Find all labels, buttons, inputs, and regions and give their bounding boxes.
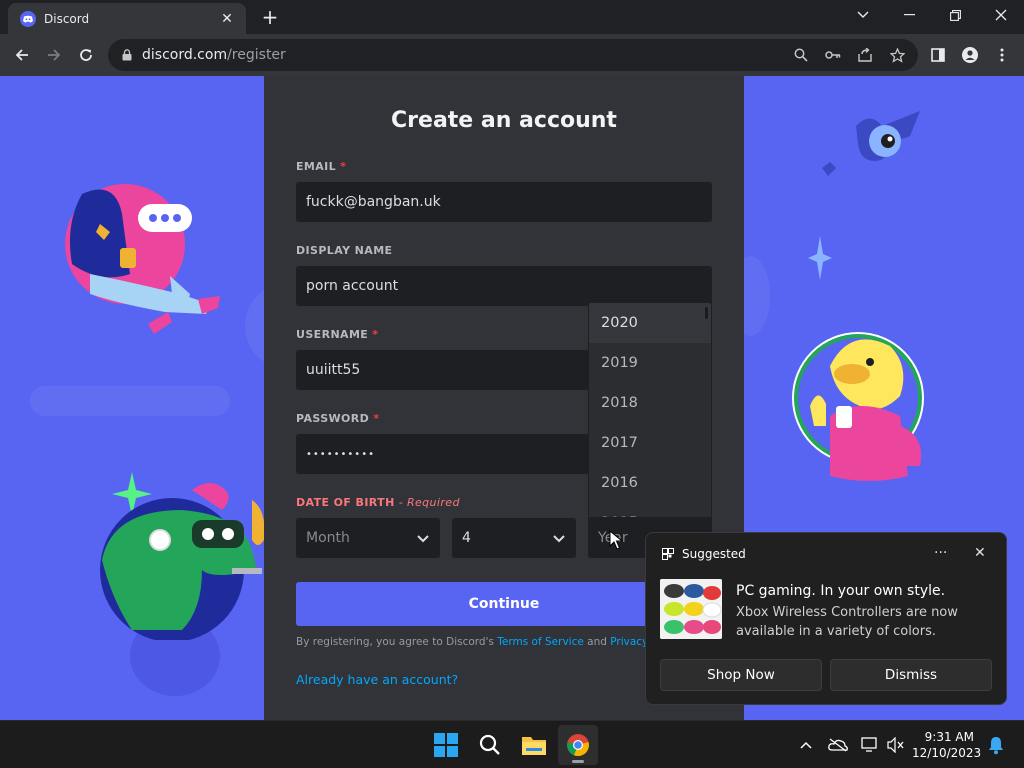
dismiss-button[interactable]: Dismiss [830, 659, 992, 691]
side-panel-icon[interactable] [926, 43, 950, 67]
year-option[interactable]: 2017 [589, 423, 711, 463]
volume-muted-icon[interactable] [886, 735, 906, 755]
notification-header: Suggested [662, 547, 746, 561]
onedrive-offline-icon[interactable] [828, 735, 848, 755]
discord-favicon-icon [20, 10, 36, 27]
browser-toolbar: discord.com/register [0, 34, 1024, 76]
date-of-birth-label: DATE OF BIRTH - Required [296, 496, 460, 509]
key-icon[interactable] [825, 47, 841, 63]
chrome-taskbar-button[interactable] [558, 725, 598, 765]
search-button[interactable] [470, 725, 510, 765]
windows-taskbar: 9:31 AM 12/10/2023 [0, 720, 1024, 768]
profile-icon[interactable] [958, 43, 982, 67]
display-name-label: DISPLAY NAME [296, 244, 393, 257]
chevron-down-icon [417, 535, 429, 543]
folder-icon [522, 737, 546, 755]
reload-button[interactable] [74, 43, 98, 67]
display-name-field[interactable]: porn account [296, 266, 712, 306]
more-options-icon[interactable]: ··· [934, 545, 947, 561]
tab-discord[interactable]: Discord ✕ [8, 3, 246, 34]
year-option[interactable]: 2015 [589, 503, 711, 517]
clock-time: 9:31 AM [924, 730, 974, 744]
network-icon[interactable] [860, 735, 880, 755]
browser-tab-bar: Discord ✕ + [0, 0, 1024, 34]
file-explorer-button[interactable] [514, 725, 554, 765]
start-button[interactable] [426, 725, 466, 765]
close-window-button[interactable] [978, 0, 1024, 30]
year-option[interactable]: 2016 [589, 463, 711, 503]
year-dropdown-menu[interactable]: 2020 2019 2018 2017 2016 2015 [588, 302, 712, 518]
clock-date: 12/10/2023 [912, 746, 982, 760]
share-icon[interactable] [857, 47, 873, 63]
lock-icon[interactable] [120, 48, 134, 62]
zoom-search-icon[interactable] [793, 47, 809, 63]
bat-creature-illustration [822, 111, 920, 176]
back-button[interactable] [10, 43, 34, 67]
tab-close-icon[interactable]: ✕ [218, 11, 236, 27]
month-select[interactable]: Month [296, 518, 440, 558]
email-label: EMAIL * [296, 160, 347, 173]
chevron-down-icon [553, 535, 565, 543]
search-icon [479, 734, 500, 755]
green-character-illustration [100, 472, 265, 640]
mouse-cursor-icon [609, 530, 623, 550]
day-select[interactable]: 4 [452, 518, 576, 558]
email-field[interactable]: fuckk@bangban.uk [296, 182, 712, 222]
restore-button[interactable] [932, 0, 978, 30]
tips-icon [662, 548, 674, 560]
tab-search-chevron-icon[interactable] [840, 0, 886, 30]
yellow-character-illustration [792, 332, 924, 481]
background-cloud [30, 386, 230, 416]
taskbar-clock[interactable]: 9:31 AM 12/10/2023 [912, 729, 982, 761]
minimize-button[interactable] [886, 0, 932, 30]
notification-bell-icon[interactable] [986, 735, 1006, 755]
dropdown-scrollbar[interactable] [705, 307, 708, 319]
forward-button[interactable] [42, 43, 66, 67]
chrome-icon [567, 734, 590, 757]
hooded-character-illustration [65, 184, 220, 334]
close-icon[interactable]: ✕ [974, 545, 986, 561]
browser-menu-icon[interactable] [990, 43, 1014, 67]
password-label: PASSWORD * [296, 412, 380, 425]
bookmark-star-icon[interactable] [889, 47, 905, 63]
notification-title: PC gaming. In your own style. [736, 583, 946, 599]
address-bar[interactable]: discord.com/register [108, 39, 918, 71]
username-label: USERNAME * [296, 328, 379, 341]
suggested-notification[interactable]: Suggested ··· ✕ PC gaming. In your own s… [645, 532, 1007, 705]
year-option[interactable]: 2019 [589, 343, 711, 383]
windows-logo-icon [434, 733, 458, 757]
page-title: Create an account [391, 108, 617, 133]
shop-now-button[interactable]: Shop Now [660, 659, 822, 691]
tab-title: Discord [44, 11, 90, 26]
notification-body: Xbox Wireless Controllers are now availa… [736, 605, 958, 639]
year-option[interactable]: 2020 [589, 303, 711, 343]
terms-of-service-link[interactable]: Terms of Service [497, 636, 584, 648]
year-option[interactable]: 2018 [589, 383, 711, 423]
show-hidden-icons-chevron-icon[interactable] [796, 735, 816, 755]
url-text: discord.com/register [142, 47, 286, 63]
new-tab-button[interactable]: + [258, 6, 282, 30]
controllers-image [660, 579, 722, 639]
sparkle-icon [808, 236, 832, 280]
login-link[interactable]: Already have an account? [296, 672, 458, 687]
